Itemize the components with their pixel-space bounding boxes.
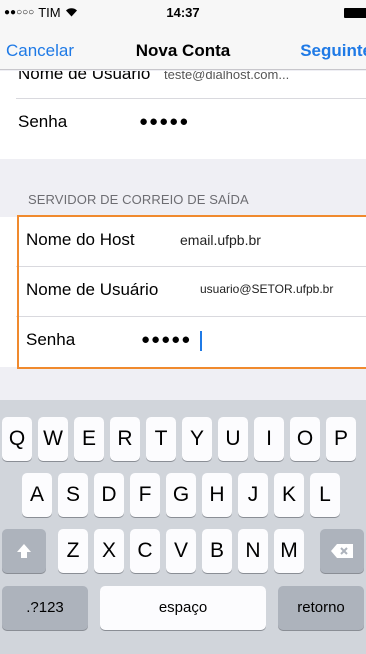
incoming-user-value: teste@dialhost.com...	[164, 71, 290, 82]
incoming-password-row[interactable]: Senha ●●●●●	[16, 99, 366, 146]
key-m[interactable]: M	[274, 529, 304, 573]
battery-icon	[344, 8, 366, 18]
highlight-box	[17, 215, 366, 369]
incoming-user-label: Nome de Usuário	[18, 71, 151, 83]
key-g[interactable]: G	[166, 473, 196, 517]
key-i[interactable]: I	[254, 417, 284, 461]
key-s[interactable]: S	[58, 473, 88, 517]
key-x[interactable]: X	[94, 529, 124, 573]
key-k[interactable]: K	[274, 473, 304, 517]
key-z[interactable]: Z	[58, 529, 88, 573]
navigation-bar: Cancelar Nova Conta Seguinte	[0, 26, 366, 70]
key-w[interactable]: W	[38, 417, 68, 461]
key-v[interactable]: V	[166, 529, 196, 573]
backspace-key[interactable]	[320, 529, 364, 573]
key-r[interactable]: R	[110, 417, 140, 461]
key-y[interactable]: Y	[182, 417, 212, 461]
key-u[interactable]: U	[218, 417, 248, 461]
incoming-password-label: Senha	[18, 112, 68, 131]
key-l[interactable]: L	[310, 473, 340, 517]
outgoing-section-header: SERVIDOR DE CORREIO DE SAÍDA	[28, 192, 249, 207]
next-button[interactable]: Seguinte	[300, 41, 366, 61]
key-f[interactable]: F	[130, 473, 160, 517]
status-bar: ●●○○○ TIM 14:37	[0, 0, 366, 26]
shift-key[interactable]	[2, 529, 46, 573]
key-n[interactable]: N	[238, 529, 268, 573]
numbers-key[interactable]: .?123	[2, 586, 88, 630]
backspace-icon	[331, 544, 353, 558]
incoming-user-row[interactable]: Nome de Usuário teste@dialhost.com...	[16, 71, 366, 99]
key-d[interactable]: D	[94, 473, 124, 517]
space-key[interactable]: espaço	[100, 586, 266, 630]
clock: 14:37	[166, 5, 200, 20]
return-key[interactable]: retorno	[278, 586, 364, 630]
key-b[interactable]: B	[202, 529, 232, 573]
key-j[interactable]: J	[238, 473, 268, 517]
incoming-password-field[interactable]: ●●●●●	[139, 113, 189, 130]
key-h[interactable]: H	[202, 473, 232, 517]
keyboard: Q W E R T Y U I O P A S D F G H J K L Z …	[0, 400, 366, 654]
incoming-server-group: Nome de Usuário teste@dialhost.com... Se…	[0, 71, 366, 159]
key-q[interactable]: Q	[2, 417, 32, 461]
key-o[interactable]: O	[290, 417, 320, 461]
key-t[interactable]: T	[146, 417, 176, 461]
key-a[interactable]: A	[22, 473, 52, 517]
key-e[interactable]: E	[74, 417, 104, 461]
shift-icon	[17, 544, 31, 558]
key-c[interactable]: C	[130, 529, 160, 573]
key-p[interactable]: P	[326, 417, 356, 461]
